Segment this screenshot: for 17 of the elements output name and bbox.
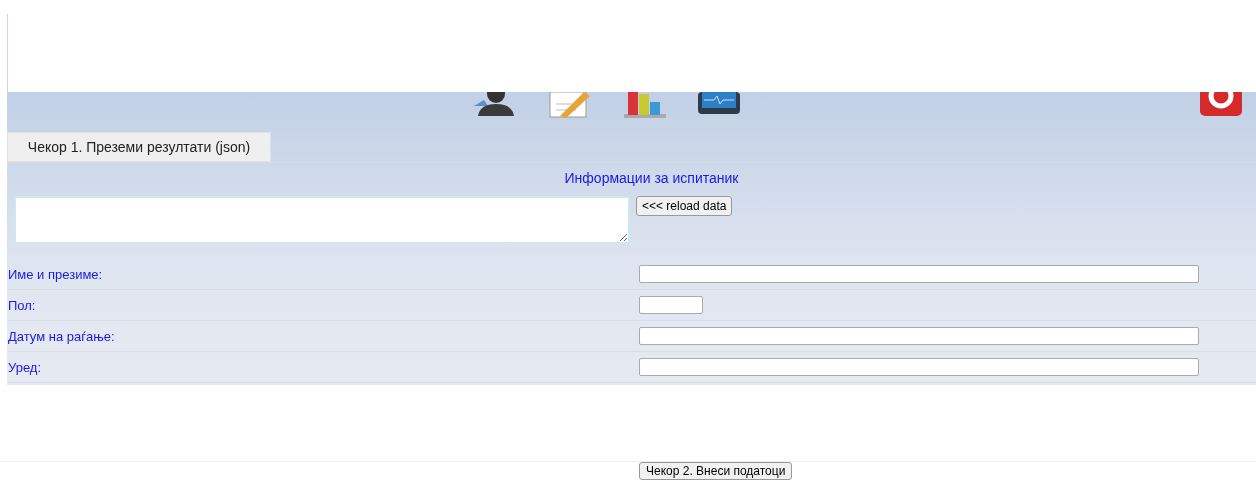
field-label: Име и презиме: — [8, 266, 103, 282]
input-field[interactable] — [639, 265, 1199, 283]
step-2-button[interactable]: Чекор 2. Внеси податоци — [639, 462, 793, 480]
json-textarea[interactable] — [14, 196, 630, 244]
field-label: Датум на раѓање: — [8, 328, 115, 344]
field-label: Уред: — [8, 359, 42, 375]
input-field[interactable] — [639, 296, 703, 314]
field-label: Пол: — [8, 297, 36, 313]
bar-chart-icon[interactable] — [622, 92, 668, 118]
power-icon[interactable] — [1200, 92, 1242, 116]
step-1-button[interactable]: Чекор 1. Преземи резултати (json) — [7, 132, 271, 162]
input-field[interactable] — [639, 358, 1199, 376]
input-field[interactable] — [639, 327, 1199, 345]
section-title: Информации за испитаник — [564, 170, 739, 186]
monitor-icon[interactable] — [698, 92, 740, 114]
reload-data-button[interactable]: <<< reload data — [636, 196, 733, 216]
edit-document-icon[interactable] — [546, 92, 592, 118]
